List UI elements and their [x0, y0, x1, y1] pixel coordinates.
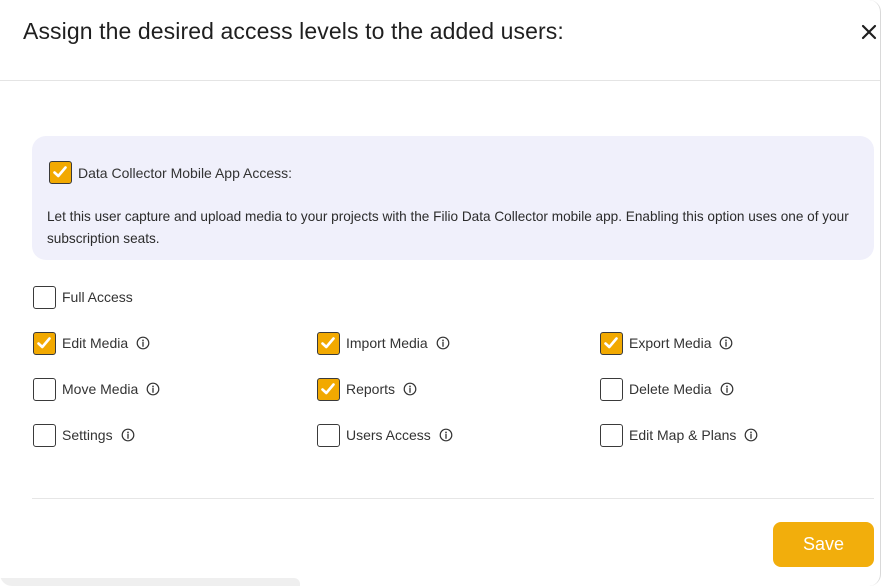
mobile-access-description: Let this user capture and upload media t… — [47, 209, 849, 246]
permission-import-media[interactable]: Import Media — [317, 331, 450, 355]
reports-checkbox[interactable] — [317, 377, 340, 401]
delete-media-checkbox[interactable] — [600, 377, 623, 401]
import-media-checkbox[interactable] — [317, 331, 340, 355]
mobile-access-option[interactable]: Data Collector Mobile App Access: — [49, 161, 292, 184]
info-icon[interactable] — [436, 336, 450, 350]
users-access-checkbox[interactable] — [317, 423, 340, 447]
checkmark-icon — [321, 382, 335, 394]
move-media-label: Move Media — [62, 381, 139, 397]
edit-media-label: Edit Media — [62, 335, 129, 351]
info-icon[interactable] — [121, 428, 135, 442]
info-icon[interactable] — [720, 382, 734, 396]
full-access-option[interactable]: Full Access — [33, 285, 133, 309]
permission-settings[interactable]: Settings — [33, 423, 135, 447]
permission-edit-media[interactable]: Edit Media — [33, 331, 150, 355]
edit-media-checkbox[interactable] — [33, 331, 56, 355]
mobile-access-panel: Data Collector Mobile App Access: Let th… — [32, 136, 874, 260]
close-button[interactable] — [858, 21, 880, 43]
permission-export-media[interactable]: Export Media — [600, 331, 733, 355]
permission-edit-map-and-plans[interactable]: Edit Map & Plans — [600, 423, 758, 447]
edit-map-and-plans-checkbox[interactable] — [600, 423, 623, 447]
info-icon[interactable] — [439, 428, 453, 442]
permission-users-access[interactable]: Users Access — [317, 423, 453, 447]
permission-move-media[interactable]: Move Media — [33, 377, 160, 401]
edit-map-and-plans-label: Edit Map & Plans — [629, 427, 737, 443]
save-button[interactable]: Save — [773, 522, 874, 567]
export-media-checkbox[interactable] — [600, 331, 623, 355]
access-levels-dialog: Assign the desired access levels to the … — [0, 0, 881, 586]
export-media-label: Export Media — [629, 335, 712, 351]
info-icon[interactable] — [136, 336, 150, 350]
reports-label: Reports — [346, 381, 396, 397]
settings-label: Settings — [62, 427, 113, 443]
permission-delete-media[interactable]: Delete Media — [600, 377, 734, 401]
checkmark-icon — [604, 336, 618, 348]
delete-media-label: Delete Media — [629, 381, 712, 397]
close-icon — [861, 24, 877, 40]
import-media-label: Import Media — [346, 335, 428, 351]
info-icon[interactable] — [146, 382, 160, 396]
checkmark-icon — [37, 336, 51, 348]
move-media-checkbox[interactable] — [33, 377, 56, 401]
checkmark-icon — [321, 336, 335, 348]
full-access-checkbox[interactable] — [33, 285, 56, 309]
full-access-label: Full Access — [62, 289, 133, 305]
mobile-access-label: Data Collector Mobile App Access: — [78, 164, 292, 181]
info-icon[interactable] — [403, 382, 417, 396]
scroll-shadow — [0, 578, 300, 586]
info-icon[interactable] — [719, 336, 733, 350]
checkmark-icon — [53, 166, 67, 178]
permission-reports[interactable]: Reports — [317, 377, 417, 401]
footer-divider — [32, 498, 874, 499]
settings-checkbox[interactable] — [33, 423, 56, 447]
info-icon[interactable] — [744, 428, 758, 442]
mobile-access-checkbox[interactable] — [49, 161, 72, 184]
dialog-header: Assign the desired access levels to the … — [0, 0, 880, 81]
dialog-title: Assign the desired access levels to the … — [23, 18, 564, 44]
users-access-label: Users Access — [346, 427, 431, 443]
